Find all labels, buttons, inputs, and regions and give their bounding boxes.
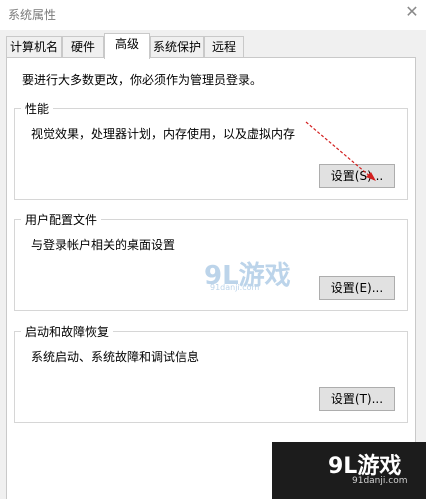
- corner-watermark-sub: 91danji.com: [352, 476, 408, 486]
- tab-advanced[interactable]: 高级: [104, 33, 150, 59]
- watermark-sub: 91danji.com: [210, 283, 260, 292]
- watermark-logo: 9L游戏 91danji.com: [204, 255, 304, 297]
- annotation-arrow: [305, 121, 376, 181]
- corner-watermark: 9L游戏 91danji.com: [272, 442, 426, 499]
